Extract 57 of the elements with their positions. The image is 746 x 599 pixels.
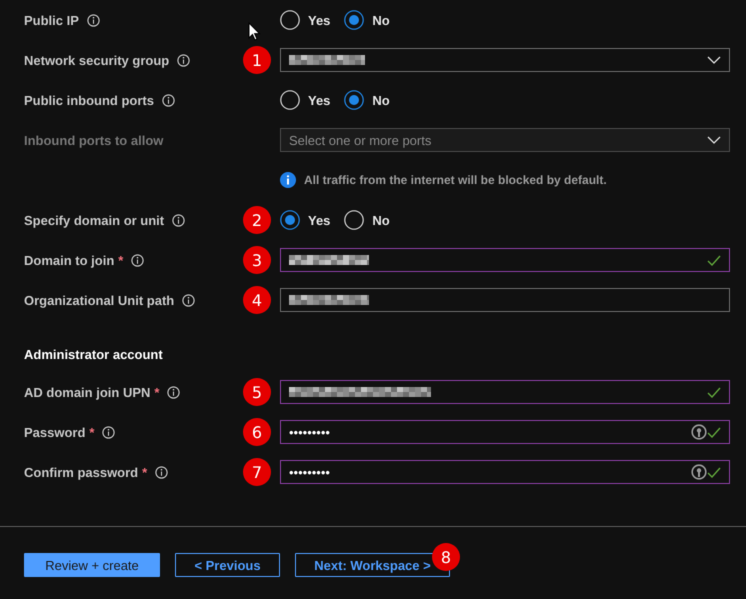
- info-icon[interactable]: [131, 254, 144, 266]
- info-icon[interactable]: [102, 426, 116, 438]
- field-label: AD domain join UPN: [24, 384, 150, 400]
- radio-option[interactable]: Yes: [280, 90, 330, 110]
- required-mark: *: [142, 464, 148, 480]
- required-mark: *: [89, 424, 94, 440]
- password-reveal-icon[interactable]: [691, 464, 707, 480]
- radio-option[interactable]: No: [344, 10, 390, 30]
- nav-button[interactable]: < Previous: [175, 553, 280, 577]
- field-label: Domain to join: [24, 252, 114, 268]
- input-field[interactable]: [280, 288, 730, 312]
- number-badge: 8: [432, 543, 460, 571]
- info-icon[interactable]: [172, 214, 186, 226]
- required-mark: *: [154, 384, 160, 400]
- info-icon[interactable]: [182, 294, 196, 306]
- info-icon[interactable]: [86, 14, 100, 26]
- required-mark: *: [118, 252, 124, 268]
- check-icon: [707, 466, 721, 478]
- number-badge: 2: [243, 206, 271, 234]
- dropdown-field[interactable]: [280, 48, 730, 72]
- number-badge: 1: [243, 46, 271, 74]
- radio-option[interactable]: Yes: [280, 10, 330, 30]
- review-create-button[interactable]: Review + create: [24, 553, 160, 577]
- number-badge: 3: [243, 246, 271, 274]
- check-icon: [707, 254, 721, 266]
- number-badge: 6: [243, 418, 271, 446]
- number-badge: 5: [243, 378, 271, 406]
- field-label: Password: [24, 424, 86, 440]
- radio-option[interactable]: No: [344, 210, 390, 230]
- field-label: Specify domain or unit: [24, 212, 164, 228]
- field-label: Confirm password: [24, 464, 138, 480]
- caret-icon: [707, 56, 721, 64]
- cursor-icon: [248, 22, 261, 41]
- info-message: All traffic from the internet will be blocked by default.: [304, 173, 607, 187]
- password-field[interactable]: •••••••••: [280, 420, 730, 444]
- caret-icon: [707, 136, 721, 144]
- info-icon: [280, 172, 296, 188]
- password-field[interactable]: •••••••••: [280, 460, 730, 484]
- field-label: Public inbound ports: [24, 92, 154, 108]
- radio-option[interactable]: No: [344, 90, 390, 110]
- info-icon[interactable]: [162, 94, 175, 106]
- field-label: Network security group: [24, 52, 170, 68]
- field-label: Public IP: [24, 12, 79, 28]
- info-icon[interactable]: [177, 54, 190, 66]
- number-badge: 4: [243, 286, 271, 314]
- section-heading: Administrator account: [24, 346, 164, 362]
- password-reveal-icon[interactable]: [691, 424, 707, 440]
- field-label: Organizational Unit path: [24, 292, 174, 308]
- info-icon[interactable]: [155, 466, 168, 478]
- field-label: Inbound ports to allow: [24, 132, 164, 148]
- input-field[interactable]: [280, 248, 730, 272]
- check-icon: [707, 386, 721, 398]
- check-icon: [707, 426, 721, 438]
- input-field[interactable]: [280, 380, 730, 404]
- number-badge: 7: [243, 458, 271, 486]
- radio-option[interactable]: Yes: [280, 210, 330, 230]
- info-icon[interactable]: [167, 386, 180, 398]
